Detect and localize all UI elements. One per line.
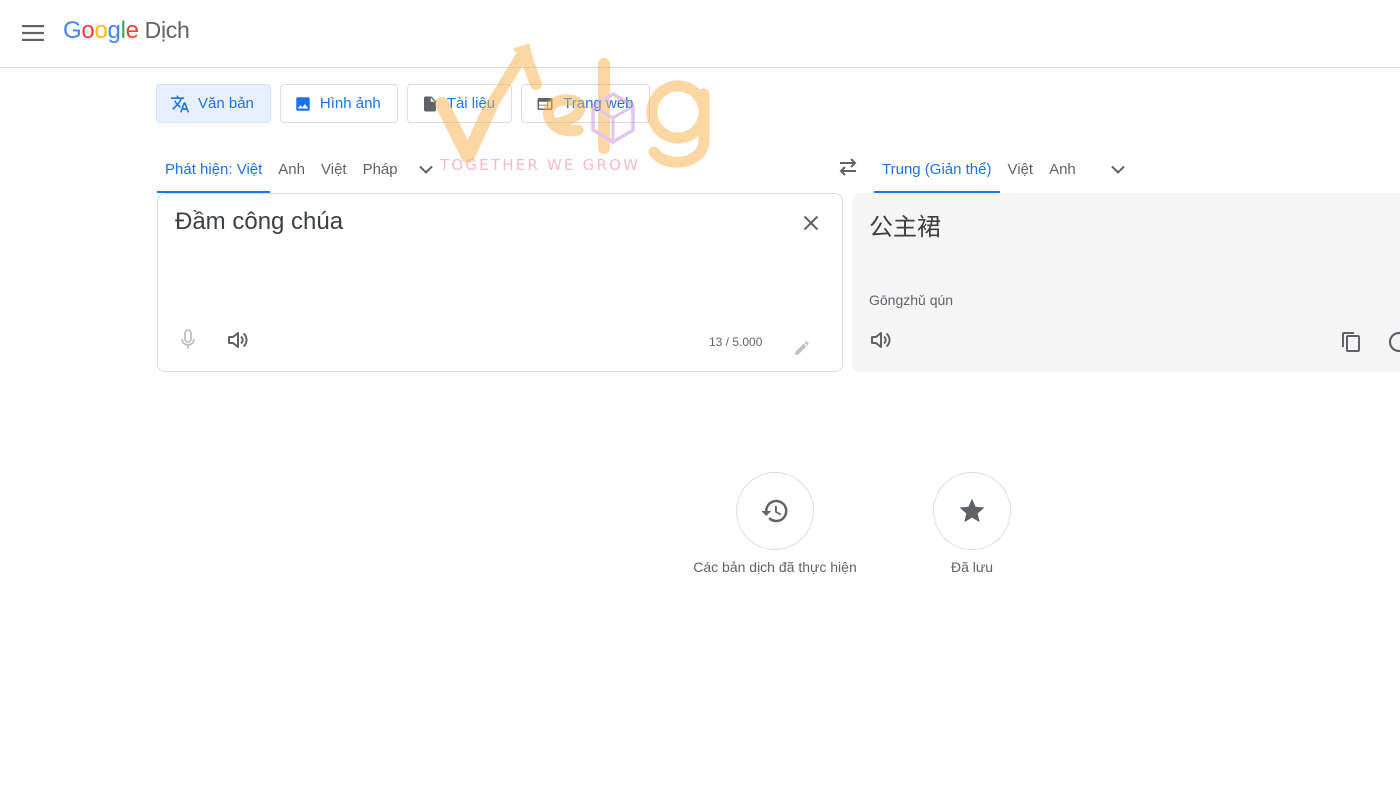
source-lang-english[interactable]: Anh [270, 145, 313, 193]
target-lang-vietnamese[interactable]: Việt [1000, 145, 1042, 193]
character-count: 13 / 5.000 [709, 335, 763, 349]
app-header: Google Dịch [0, 0, 1400, 68]
logo-letter: g [107, 17, 121, 44]
history-button[interactable] [736, 472, 814, 550]
history-icon [761, 499, 788, 523]
translation-modes: Văn bản Hình ảnh Tài liệu Trang web [156, 84, 651, 123]
mode-document-label: Tài liệu [446, 95, 496, 112]
swap-languages-button[interactable] [826, 148, 870, 186]
listen-source-button[interactable] [221, 323, 255, 357]
saved-button[interactable] [933, 472, 1011, 550]
target-lang-english[interactable]: Anh [1041, 145, 1084, 193]
target-lang-chinese-simplified[interactable]: Trung (Giản thể) [874, 145, 1000, 193]
chevron-down-icon [1111, 165, 1125, 174]
product-name: Dịch [144, 17, 190, 43]
source-text-panel[interactable]: Đầm công chúa 13 / 5.000 [157, 193, 843, 372]
web-icon [537, 97, 553, 110]
translation-text: 公主裙 [869, 214, 941, 241]
mode-website-button[interactable]: Trang web [521, 84, 651, 123]
clear-source-button[interactable] [794, 206, 828, 240]
source-lang-vietnamese[interactable]: Việt [313, 145, 355, 193]
source-lang-more-button[interactable] [406, 145, 446, 193]
saved-label: Đã lưu [950, 559, 994, 575]
source-lang-french[interactable]: Pháp [355, 145, 406, 193]
voice-input-button[interactable] [172, 324, 204, 356]
listen-translation-button[interactable] [864, 323, 898, 357]
source-lang-vietnamese-label: Việt [321, 160, 347, 178]
copy-translation-button[interactable] [1334, 325, 1368, 359]
hamburger-menu-icon [22, 25, 44, 41]
google-wordmark: Google [63, 17, 139, 45]
logo-letter: e [125, 17, 139, 44]
source-lang-detect[interactable]: Phát hiện: Việt [157, 145, 271, 193]
history-label: Các bản dịch đã thực hiện [693, 559, 857, 575]
translate-icon [170, 95, 190, 112]
translation-output-panel: 公主裙 Gōngzhǔ qún [852, 193, 1400, 372]
microphone-icon [181, 329, 195, 349]
mode-text-label: Văn bản [198, 95, 254, 112]
mode-text-button[interactable]: Văn bản [156, 84, 271, 123]
target-lang-english-label: Anh [1049, 160, 1076, 178]
target-lang-chinese-label: Trung (Giản thể) [882, 160, 992, 178]
star-icon [959, 498, 985, 523]
mode-image-label: Hình ảnh [319, 95, 381, 112]
mode-website-label: Trang web [563, 95, 634, 112]
target-lang-vietnamese-label: Việt [1007, 160, 1034, 178]
feedback-icon [1388, 331, 1400, 353]
google-translate-logo[interactable]: Google Dịch [63, 17, 190, 49]
swap-arrows-icon [839, 158, 857, 176]
mode-document-button[interactable]: Tài liệu [406, 84, 513, 123]
source-language-bar: Phát hiện: Việt Anh Việt Pháp [157, 145, 817, 193]
target-language-bar: Trung (Giản thể) Việt Anh [874, 145, 1174, 193]
chevron-down-icon [418, 165, 433, 174]
logo-letter: G [63, 17, 82, 44]
handwriting-button[interactable] [788, 334, 816, 362]
source-lang-english-label: Anh [278, 160, 305, 178]
image-icon [296, 96, 310, 111]
translation-romanization: Gōngzhǔ qún [869, 292, 954, 308]
close-icon [803, 215, 819, 231]
main-menu-button[interactable] [14, 14, 52, 52]
source-lang-detect-label: Phát hiện: Việt [165, 160, 263, 178]
feedback-button[interactable] [1388, 325, 1400, 359]
mode-image-button[interactable]: Hình ảnh [279, 84, 398, 123]
speaker-icon [871, 332, 891, 348]
speaker-icon [228, 332, 248, 348]
copy-icon [1342, 332, 1360, 352]
saved-action[interactable]: Đã lưu [911, 472, 1033, 575]
source-text-input[interactable]: Đầm công chúa [175, 208, 343, 236]
logo-letter: o [94, 17, 108, 44]
history-action[interactable]: Các bản dịch đã thực hiện [684, 472, 866, 575]
document-icon [423, 96, 436, 111]
target-lang-more-button[interactable] [1098, 145, 1138, 193]
pencil-icon [795, 341, 809, 355]
source-lang-french-label: Pháp [362, 160, 398, 178]
logo-letter: o [81, 17, 95, 44]
